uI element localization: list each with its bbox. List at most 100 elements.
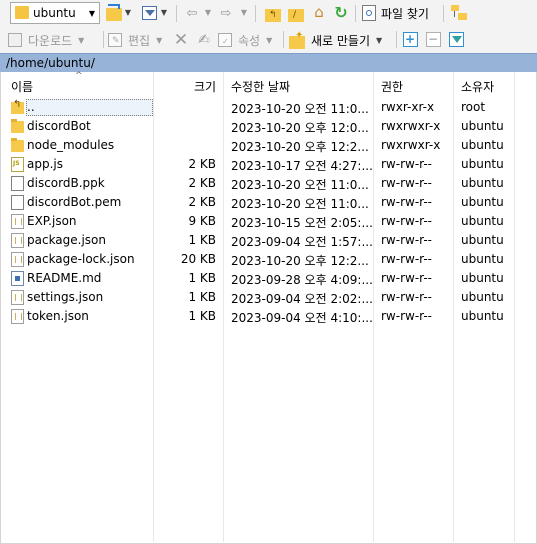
forward-button[interactable]: ⇨	[218, 5, 234, 21]
open-folder-menu[interactable]: ▼	[124, 8, 132, 17]
json-file-icon	[11, 290, 24, 305]
file-row[interactable]: package-lock.json 20 KB 2023-10-20 오후 12:2…	[1, 250, 536, 269]
column-header-owner[interactable]: 소유자	[461, 78, 494, 95]
file-name: discordBot.pem	[27, 195, 122, 209]
new-folder-icon: ✦	[289, 30, 305, 49]
file-row[interactable]: discordB.ppk 2 KB 2023-10-20 오전 11:0... rw-…	[1, 174, 536, 193]
list-header: ^ 이름 크기 수정한 날짜 권한 소유자	[1, 71, 536, 98]
file-row[interactable]: package.json 1 KB 2023-09-04 오전 1:57:... rw…	[1, 231, 536, 250]
parent-directory-button[interactable]: ↰	[264, 4, 282, 22]
rename-button[interactable]: ✍	[195, 30, 213, 50]
file-name: README.md	[27, 271, 102, 285]
file-size: 1 KB	[188, 290, 216, 304]
location-value: ubuntu	[33, 6, 76, 20]
root-directory-button[interactable]: /	[287, 4, 305, 22]
refresh-icon: ↻	[334, 2, 348, 22]
file-owner: ubuntu	[461, 119, 504, 133]
filter-menu[interactable]: ▼	[160, 8, 168, 17]
file-rights: rwxr-xr-x	[381, 100, 435, 114]
file-row[interactable]: settings.json 1 KB 2023-09-04 오전 2:02:... r…	[1, 288, 536, 307]
forward-menu[interactable]: ▼	[240, 8, 248, 17]
path-bar[interactable]: /home/ubuntu/	[0, 53, 537, 72]
column-header-name[interactable]: 이름	[11, 78, 33, 95]
file-owner: ubuntu	[461, 309, 504, 323]
md-file-icon	[11, 271, 24, 286]
new-button[interactable]: ✦ 새로 만들기 ▼	[289, 30, 389, 50]
file-row[interactable]: EXP.json 9 KB 2023-10-15 오전 2:05:... rw-rw-…	[1, 212, 536, 231]
file-row[interactable]: README.md 1 KB 2023-09-28 오후 4:09:... rw-rw…	[1, 269, 536, 288]
file-row[interactable]: node_modules 2023-10-20 오후 12:2... rwxrwxr…	[1, 136, 536, 155]
parent-dir-icon	[11, 99, 24, 114]
back-arrow-icon: ⇦	[186, 5, 198, 21]
find-files-button[interactable]: 파일 찾기	[362, 3, 442, 23]
file-modified: 2023-10-20 오전 11:0...	[231, 178, 369, 192]
toolbar-separator	[396, 31, 397, 48]
file-name: package-lock.json	[27, 252, 135, 266]
file-row[interactable]: token.json 1 KB 2023-09-04 오전 4:10:... rw-r…	[1, 307, 536, 326]
json-file-icon	[11, 214, 24, 229]
chevron-down-icon[interactable]: ▼	[85, 3, 99, 23]
file-name: node_modules	[27, 138, 115, 152]
column-header-modified[interactable]: 수정한 날짜	[231, 78, 290, 95]
file-rights: rw-rw-r--	[381, 252, 432, 266]
file-row[interactable]: .. 2023-10-20 오전 11:0... rwxr-xr-x root	[1, 98, 536, 117]
file-row[interactable]: discordBot 2023-10-20 오후 12:0... rwxrwxr-x…	[1, 117, 536, 136]
file-size: 2 KB	[188, 176, 216, 190]
edit-button[interactable]: ✎ 편집 ▼	[108, 30, 168, 50]
back-button[interactable]: ⇦	[184, 5, 200, 21]
file-icon	[11, 176, 24, 191]
file-modified: 2023-09-04 오전 4:10:...	[231, 311, 373, 325]
file-row[interactable]: discordBot.pem 2 KB 2023-10-20 오전 11:0... r…	[1, 193, 536, 212]
edit-icon: ✎	[108, 33, 122, 47]
filter-select-button[interactable]	[448, 31, 464, 47]
file-modified: 2023-10-20 오전 11:0...	[231, 102, 369, 116]
file-owner: ubuntu	[461, 271, 504, 285]
back-menu[interactable]: ▼	[204, 8, 212, 17]
file-row[interactable]: app.js 2 KB 2023-10-17 오전 4:27:... rw-rw-r-…	[1, 155, 536, 174]
open-folder-button[interactable]	[104, 3, 124, 22]
home-icon: ⌂	[314, 3, 324, 21]
file-name: settings.json	[27, 290, 104, 304]
download-button[interactable]: 다운로드 ▼	[8, 30, 98, 50]
json-file-icon	[11, 252, 24, 267]
new-menu-chevron-icon: ▼	[376, 35, 383, 45]
focus-rectangle	[26, 99, 153, 116]
toolbar-separator	[283, 31, 284, 48]
toolbar-separator	[443, 5, 444, 22]
select-all-button[interactable]: +	[402, 31, 418, 47]
file-modified: 2023-10-20 오후 12:2...	[231, 140, 369, 154]
minus-icon: −	[425, 31, 441, 47]
toolbar-separator	[355, 5, 356, 22]
file-modified: 2023-10-20 오후 12:2...	[231, 254, 369, 268]
file-list[interactable]: ^ 이름 크기 수정한 날짜 권한 소유자 .. 2023-10-20 오전 11…	[0, 71, 537, 544]
edit-menu-chevron-icon: ▼	[156, 35, 163, 45]
unselect-all-button[interactable]: −	[425, 31, 441, 47]
file-modified: 2023-10-17 오전 4:27:...	[231, 159, 373, 173]
column-header-rights[interactable]: 권한	[381, 78, 403, 95]
file-name: app.js	[27, 157, 63, 171]
home-button[interactable]: ⌂	[310, 3, 328, 21]
filter-icon	[141, 6, 157, 20]
delete-button[interactable]: ✕	[172, 30, 190, 50]
folder-icon	[11, 119, 24, 133]
delete-icon: ✕	[173, 30, 189, 50]
properties-icon: ✓	[218, 33, 232, 47]
folder-icon	[11, 138, 24, 152]
download-icon	[8, 33, 22, 47]
file-owner: root	[461, 100, 486, 114]
file-rights: rw-rw-r--	[381, 271, 432, 285]
file-size: 1 KB	[188, 233, 216, 247]
file-owner: ubuntu	[461, 157, 504, 171]
tree-view-icon	[451, 5, 467, 21]
tree-view-button[interactable]	[450, 4, 468, 22]
location-dropdown[interactable]: ubuntu ▼	[10, 2, 100, 24]
find-files-label: 파일 찾기	[381, 6, 429, 21]
filter-button[interactable]	[140, 4, 158, 22]
refresh-button[interactable]: ↻	[332, 2, 350, 22]
column-header-size[interactable]: 크기	[194, 78, 216, 95]
file-owner: ubuntu	[461, 176, 504, 190]
file-name: package.json	[27, 233, 107, 247]
file-modified: 2023-10-20 오후 12:0...	[231, 121, 369, 135]
properties-button[interactable]: ✓ 속성 ▼	[218, 30, 282, 50]
file-icon	[11, 195, 24, 210]
